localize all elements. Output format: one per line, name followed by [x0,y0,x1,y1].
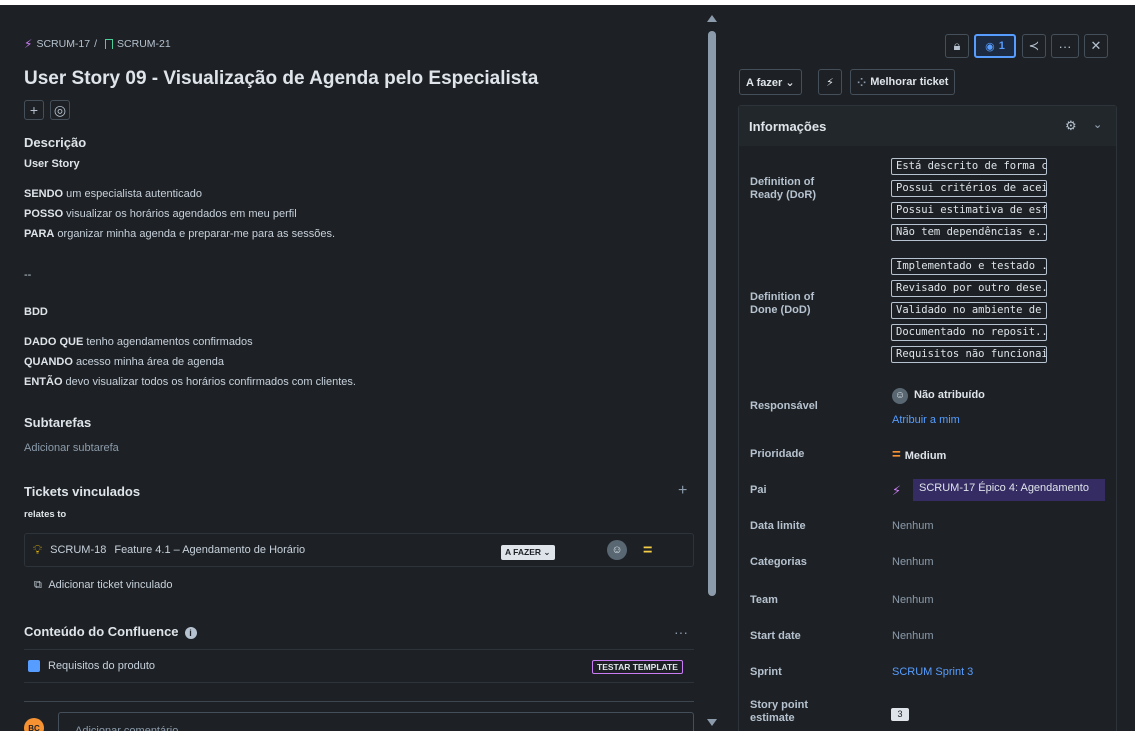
description-heading: Descrição [24,135,87,150]
add-linked-ticket-button[interactable]: ⧉ Adicionar ticket vinculado [34,579,172,592]
description-line: POSSO visualizar os horários agendados e… [24,208,297,220]
categories-value[interactable]: Nenhum [892,556,934,568]
issue-main-panel: ⚡︎ SCRUM-17 / SCRUM-21 User Story 09 - V… [0,5,704,731]
description-line: PARA organizar minha agenda e preparar-m… [24,228,336,240]
bdd-line: QUANDO acesso minha área de agenda [24,356,224,368]
breadcrumb-story[interactable]: SCRUM-21 [117,38,171,50]
gear-icon[interactable]: ⚙︎ [1065,118,1077,134]
breadcrumb-epic[interactable]: SCRUM-17 [36,38,90,50]
test-template-badge[interactable]: TESTAR TEMPLATE [592,660,683,674]
lock-icon[interactable]: 🔒︎ [945,34,969,58]
dod-item[interactable]: Validado no ambiente de ... [891,302,1047,319]
link-add-icon: ⧉ [34,579,42,591]
confluence-page-icon [28,660,40,672]
issue-title[interactable]: User Story 09 - Visualização de Agenda p… [24,68,538,90]
confluence-heading: Conteúdo do Confluence i [24,624,197,639]
linked-status-badge[interactable]: A FAZER ⌄ [501,545,555,560]
priority-value[interactable]: = Medium [892,446,946,463]
parent-label: Pai [750,484,767,496]
watch-button[interactable]: ◉ 1 [974,34,1016,58]
linked-ticket-key[interactable]: SCRUM-18 [50,544,106,556]
team-value[interactable]: Nenhum [892,594,934,606]
breadcrumb-separator: / [94,38,98,50]
dod-label: Definition of Done (DoD) [750,291,815,316]
title-actions: + ◎ [24,100,70,120]
start-date-label: Start date [750,630,801,642]
divider [24,701,694,702]
sparkle-icon: ⁘ [857,76,867,89]
bdd-heading: BDD [24,306,48,318]
assignee-value[interactable]: ☺ Não atribuído [892,388,985,404]
assign-to-me-link[interactable]: Atribuir a mim [892,414,960,426]
add-subtask-link[interactable]: Adicionar subtarefa [24,442,119,454]
dor-item[interactable]: Possui estimativa de esf... [891,202,1047,219]
linked-tickets-heading: Tickets vinculados [24,484,141,499]
apps-icon[interactable]: ◎ [50,100,70,120]
confluence-item-title[interactable]: Requisitos do produto [48,660,155,672]
sprint-value[interactable]: SCRUM Sprint 3 [892,666,973,678]
story-point-label: Story point estimate [750,699,809,724]
eye-icon: ◉ [985,40,995,53]
improve-ticket-button[interactable]: ⁘ Melhorar ticket [850,69,956,95]
confluence-item[interactable]: Requisitos do produto TESTAR TEMPLATE [24,649,694,683]
description-separator: -- [24,269,32,281]
more-button[interactable]: ··· [1051,34,1079,58]
close-icon[interactable]: ✕ [1084,34,1108,58]
main-scrollbar[interactable] [704,5,720,731]
dor-item[interactable]: Não tem dependências e... [891,224,1047,241]
info-panel: Informações ⚙︎ ⌄ Definition of Ready (Do… [738,105,1117,731]
due-date-value[interactable]: Nenhum [892,520,934,532]
breadcrumb: ⚡︎ SCRUM-17 / SCRUM-21 [24,37,171,51]
issue-details-sidebar: 🔒︎ ◉ 1 ≺ ··· ✕ A fazer ⌄ ⚡︎ ⁘ Melhorar tic… [720,5,1135,731]
dod-item[interactable]: Documentado no reposit... [891,324,1047,341]
relation-label: relates to [24,509,67,520]
scroll-down-icon[interactable] [707,719,717,726]
add-linked-icon[interactable]: + [678,482,687,500]
dod-item[interactable]: Implementado e testado ... [891,258,1047,275]
comment-input[interactable]: Adicionar comentário... [58,712,694,731]
user-avatar: BC [24,718,44,731]
story-icon [105,39,114,49]
linked-ticket-summary[interactable]: Feature 4.1 – Agendamento de Horário [114,544,305,556]
scroll-thumb[interactable] [708,31,716,596]
status-dropdown[interactable]: A fazer ⌄ [739,69,802,95]
dod-item[interactable]: Requisitos não funcionai... [891,346,1047,363]
user-icon: ☺ [892,388,908,404]
priority-medium-icon: = [643,542,653,559]
dor-item[interactable]: Está descrito de forma cl... [891,158,1047,175]
epic-icon: ⚡︎ [24,37,33,51]
team-label: Team [750,594,778,606]
due-date-label: Data limite [750,520,806,532]
epic-icon: ⚡︎ [892,483,902,498]
categories-label: Categorias [750,556,807,568]
description-line: SENDO um especialista autenticado [24,188,202,200]
assignee-label: Responsável [750,400,818,412]
dor-item[interactable]: Possui critérios de aceita... [891,180,1047,197]
bdd-line: ENTÃO devo visualizar todos os horários … [24,376,356,388]
add-icon[interactable]: + [24,100,44,120]
story-point-value[interactable]: 3 [891,708,909,721]
info-icon[interactable]: i [184,627,197,639]
assignee-avatar-icon[interactable]: ☺ [607,540,627,560]
sprint-label: Sprint [750,666,782,678]
priority-medium-icon: = [892,446,901,463]
dod-item[interactable]: Revisado por outro dese... [891,280,1047,297]
feature-bulb-icon: 💡︎ [33,542,43,557]
share-icon[interactable]: ≺ [1022,34,1046,58]
description-subheading: User Story [24,158,80,170]
confluence-more-button[interactable]: ··· [674,624,688,640]
linked-ticket-row[interactable]: 💡︎ SCRUM-18 Feature 4.1 – Agendamento de… [24,533,694,567]
bdd-line: DADO QUE tenho agendamentos confirmados [24,336,253,348]
chevron-down-icon[interactable]: ⌄ [1093,118,1102,131]
dor-label: Definition of Ready (DoR) [750,176,817,201]
parent-value[interactable]: SCRUM-17 Épico 4: Agendamento [913,479,1105,501]
info-panel-header[interactable]: Informações ⚙︎ ⌄ [739,106,1116,146]
automation-bolt-icon[interactable]: ⚡︎ [818,69,842,95]
subtasks-heading: Subtarefas [24,415,92,430]
priority-label: Prioridade [750,448,805,460]
scroll-up-icon[interactable] [707,15,717,22]
start-date-value[interactable]: Nenhum [892,630,934,642]
